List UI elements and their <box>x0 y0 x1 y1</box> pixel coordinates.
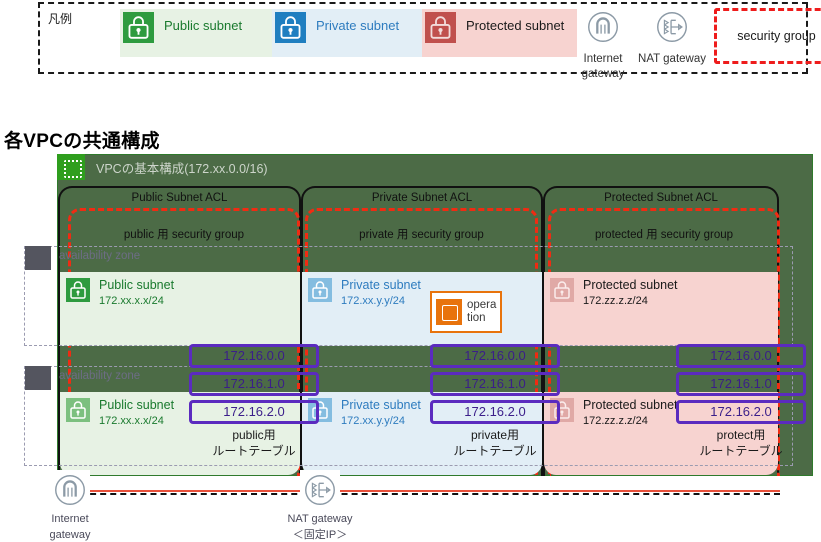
route-entry: 172.16.2.0 <box>676 400 806 424</box>
security-group-title: public 用 security group <box>123 229 245 241</box>
legend-gateway-label-line1: Internet <box>583 53 623 65</box>
nat-gateway-icon <box>632 8 712 51</box>
gateway-label-line1: NAT gateway <box>287 513 353 525</box>
route-table-protected: 172.16.0.0 172.16.1.0 172.16.2.0 protect… <box>676 344 806 459</box>
security-group-title: protected 用 security group <box>594 229 734 241</box>
legend-security-group-label: security group <box>737 29 816 43</box>
legend-title: 凡例 <box>48 12 73 26</box>
legend-item-private-subnet: Private subnet <box>272 9 427 57</box>
legend-item-internet-gateway: Internet gateway <box>563 6 643 81</box>
route-entry: 172.16.0.0 <box>676 344 806 368</box>
route-entry: 172.16.1.0 <box>676 372 806 396</box>
internet-gateway-icon <box>563 8 643 51</box>
legend-item-security-group: security group <box>714 8 821 64</box>
route-table-caption-line2: ルートテーブル <box>212 444 296 458</box>
lock-icon <box>275 12 306 43</box>
legend-panel: 凡例 Public subnet Private subnet Protecte… <box>38 2 821 80</box>
route-entry: 172.16.2.0 <box>189 400 319 424</box>
route-table-caption-line2: ルートテーブル <box>453 444 537 458</box>
route-entry: 172.16.0.0 <box>189 344 319 368</box>
legend-item-label: Protected subnet <box>466 18 565 33</box>
route-table-caption-line1: private用 <box>470 428 520 442</box>
legend-gateway-label-line1: NAT gateway <box>638 53 706 65</box>
availability-zone-1: availability zone <box>24 246 793 346</box>
route-entry: 172.16.0.0 <box>430 344 560 368</box>
acl-title: Public Subnet ACL <box>131 192 228 204</box>
acl-title: Protected Subnet ACL <box>604 192 718 204</box>
route-entry: 172.16.1.0 <box>189 372 319 396</box>
legend-item-public-subnet: Public subnet <box>120 9 275 57</box>
vpc-title: VPCの基本構成(172.xx.0.0/16) <box>96 161 268 176</box>
availability-zone-label: availability zone <box>59 370 141 382</box>
availability-zone-icon <box>25 246 51 270</box>
route-table-private: 172.16.0.0 172.16.1.0 172.16.2.0 private… <box>430 344 560 459</box>
legend-gateway-label-line2: gateway <box>581 68 625 80</box>
page-title: 各VPCの共通構成 <box>4 131 160 152</box>
lock-icon <box>425 12 456 43</box>
lock-icon <box>123 12 154 43</box>
legend-item-protected-subnet: Protected subnet <box>422 9 577 57</box>
vpc-header: VPCの基本構成(172.xx.0.0/16) <box>57 154 268 180</box>
route-table-caption-line2: ルートテーブル <box>699 444 783 458</box>
internet-gateway-icon <box>50 470 90 510</box>
availability-zone-icon <box>25 366 51 390</box>
connector-line-red <box>70 490 780 492</box>
security-group-title: private 用 security group <box>359 229 484 241</box>
route-entry: 172.16.1.0 <box>430 372 560 396</box>
nat-gateway-node: NAT gateway ＜固定IP＞ <box>278 470 362 542</box>
route-table-caption-line1: protect用 <box>716 428 766 442</box>
route-table-public: 172.16.0.0 172.16.1.0 172.16.2.0 public用… <box>189 344 319 459</box>
internet-gateway-node: Internet gateway <box>28 470 112 542</box>
availability-zone-label: availability zone <box>59 250 141 262</box>
nat-gateway-icon <box>300 470 340 510</box>
vpc-icon <box>57 154 85 180</box>
legend-item-nat-gateway: NAT gateway <box>632 6 712 66</box>
acl-title: Private Subnet ACL <box>371 192 473 204</box>
route-entry: 172.16.2.0 <box>430 400 560 424</box>
connector-line-dashed <box>70 493 780 495</box>
gateway-label-line2: gateway <box>49 529 91 541</box>
route-table-caption-line1: public用 <box>232 428 276 442</box>
legend-item-label: Public subnet <box>164 18 243 33</box>
legend-item-label: Private subnet <box>316 18 400 33</box>
gateway-label-line1: Internet <box>51 513 89 525</box>
gateway-label-line2: ＜固定IP＞ <box>292 529 348 541</box>
